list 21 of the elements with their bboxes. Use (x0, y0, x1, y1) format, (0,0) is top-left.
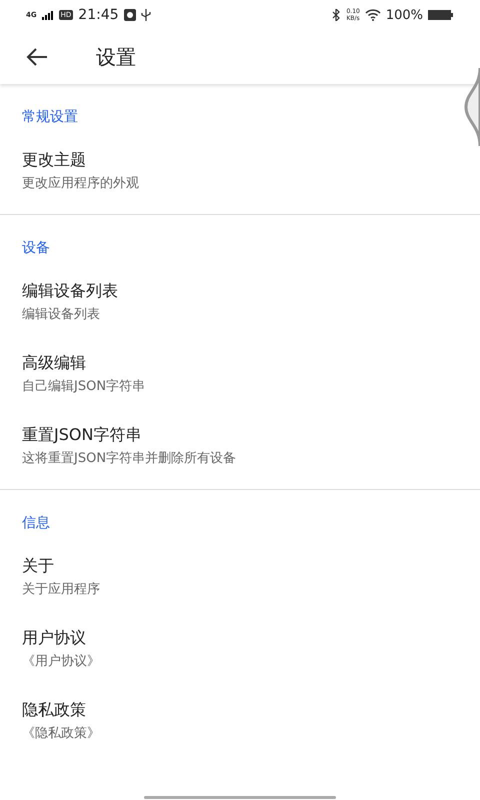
settings-item[interactable]: 用户协议 《用户协议》 (0, 612, 480, 684)
battery-icon (428, 9, 454, 21)
back-arrow-icon[interactable] (26, 46, 48, 68)
notification-icon (124, 9, 136, 21)
wifi-icon (364, 9, 381, 21)
settings-item[interactable]: 高级编辑 自己编辑JSON字符串 (0, 337, 480, 409)
section-header: 信息 (22, 514, 50, 532)
settings-item[interactable]: 编辑设备列表 编辑设备列表 (0, 265, 480, 337)
usb-icon (140, 9, 151, 21)
settings-item[interactable]: 更改主题 更改应用程序的外观 (0, 134, 480, 206)
battery-percent: 100% (386, 8, 423, 22)
settings-item[interactable]: 隐私政策 《隐私政策》 (0, 684, 480, 756)
page-title: 设置 (96, 44, 136, 70)
settings-item[interactable]: 关于 关于应用程序 (0, 540, 480, 612)
edge-handle-icon[interactable] (464, 68, 480, 146)
settings-item[interactable]: 重置JSON字符串 这将重置JSON字符串并删除所有设备 (0, 409, 480, 481)
bluetooth-icon (332, 9, 342, 21)
section-header: 常规设置 (22, 108, 78, 126)
signal-icon (42, 10, 54, 20)
status-time: 21:45 (78, 7, 119, 23)
section-header: 设备 (22, 239, 50, 257)
